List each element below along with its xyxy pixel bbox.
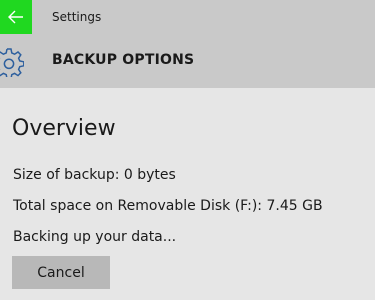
title-bar: Settings	[0, 0, 375, 36]
section-heading: Overview	[12, 116, 116, 141]
backup-size-text: Size of backup: 0 bytes	[13, 167, 176, 183]
page-title: BACKUP OPTIONS	[52, 52, 195, 68]
arrow-left-icon	[8, 10, 23, 24]
settings-window: Settings BACKUP OPTIONS Overview Size of…	[0, 0, 375, 300]
page-header: BACKUP OPTIONS	[0, 36, 375, 88]
backup-status-text: Backing up your data...	[13, 229, 177, 245]
app-title: Settings	[52, 10, 102, 24]
overview-section: Overview Size of backup: 0 bytes Total s…	[0, 88, 375, 300]
gear-icon	[0, 48, 24, 77]
cancel-button[interactable]: Cancel	[12, 256, 110, 289]
back-button[interactable]	[0, 0, 32, 34]
total-space-text: Total space on Removable Disk (F:): 7.45…	[13, 198, 323, 214]
